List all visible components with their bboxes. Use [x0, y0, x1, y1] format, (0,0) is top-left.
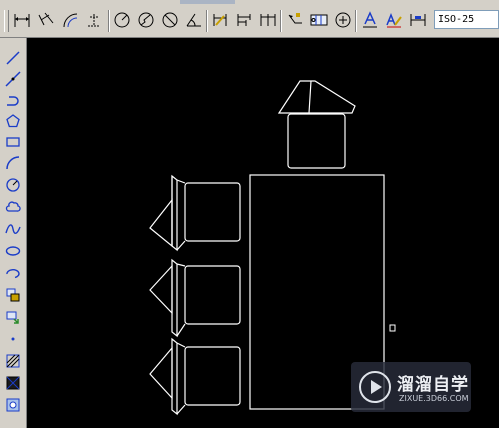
top-roof-shape[interactable]	[277, 80, 356, 114]
center-mark-button[interactable]	[333, 10, 353, 30]
toolbar-separator	[206, 10, 208, 32]
quick-leader-icon	[288, 13, 302, 24]
baseline-dimension-icon	[237, 14, 251, 26]
linear-dimension-button[interactable]	[12, 10, 32, 30]
spline-icon	[5, 224, 21, 234]
point-tool-button[interactable]	[3, 329, 23, 349]
arc-icon	[6, 156, 20, 170]
top-block-shape[interactable]	[287, 113, 346, 169]
toolbar-separator	[108, 10, 110, 32]
line-tool-button[interactable]	[3, 48, 23, 68]
polyline-icon	[7, 96, 19, 106]
circle-tool-button[interactable]	[3, 175, 23, 195]
tolerance-button[interactable]	[309, 10, 329, 30]
dimension-text-edit-icon	[386, 12, 402, 28]
rectangle-tool-button[interactable]	[3, 132, 23, 152]
left-unit-top[interactable]	[149, 174, 241, 252]
diameter-dimension-icon	[162, 12, 178, 28]
title-strip	[180, 0, 235, 4]
spline-tool-button[interactable]	[3, 219, 23, 239]
arc-length-button[interactable]	[60, 10, 80, 30]
ordinate-dimension-icon	[88, 14, 100, 27]
draw-toolbar	[0, 38, 27, 428]
toolbar-grip[interactable]	[4, 10, 9, 32]
toolbar-separator	[280, 10, 282, 32]
play-logo-icon	[359, 371, 391, 403]
region-tool-button[interactable]	[3, 395, 23, 415]
diameter-dimension-button[interactable]	[160, 10, 180, 30]
dimension-edit-button[interactable]	[360, 10, 380, 30]
left-unit-middle[interactable]	[149, 258, 241, 338]
radius-dimension-button[interactable]	[112, 10, 132, 30]
jogged-dimension-button[interactable]	[136, 10, 156, 30]
construction-line-icon	[5, 71, 21, 87]
region-icon	[6, 398, 20, 412]
angular-dimension-button[interactable]	[184, 10, 204, 30]
gradient-icon	[6, 376, 20, 390]
polygon-icon	[6, 114, 20, 128]
tolerance-icon	[310, 14, 328, 26]
watermark-subtitle: ZIXUE.3D66.COM	[399, 394, 469, 403]
baseline-dimension-button[interactable]	[234, 10, 254, 30]
dimension-update-icon	[410, 14, 426, 26]
line-icon	[6, 51, 20, 65]
point-icon	[11, 337, 15, 341]
watermark-title: 溜溜自学	[397, 375, 469, 395]
quick-dimension-button[interactable]	[210, 10, 230, 30]
make-block-tool-button[interactable]	[3, 307, 23, 327]
ellipse-arc-tool-button[interactable]	[3, 263, 23, 283]
aligned-dimension-button[interactable]	[36, 10, 56, 30]
dimension-edit-icon	[363, 11, 377, 28]
arc-tool-button[interactable]	[3, 153, 23, 173]
jogged-dimension-icon	[138, 12, 154, 28]
ordinate-dimension-button[interactable]	[84, 10, 104, 30]
ellipse-arc-icon	[6, 269, 20, 279]
polyline-tool-button[interactable]	[3, 90, 23, 110]
gradient-tool-button[interactable]	[3, 373, 23, 393]
ellipse-tool-button[interactable]	[3, 241, 23, 261]
revision-cloud-tool-button[interactable]	[3, 197, 23, 217]
circle-icon	[6, 178, 20, 192]
site-watermark: 溜溜自学 ZIXUE.3D66.COM	[351, 362, 471, 412]
make-block-icon	[6, 311, 19, 324]
toolbar-separator	[355, 10, 357, 32]
radius-dimension-icon	[114, 12, 130, 28]
hatch-icon	[6, 354, 20, 368]
dimension-update-button[interactable]	[408, 10, 428, 30]
insert-block-tool-button[interactable]	[3, 285, 23, 305]
hatch-tool-button[interactable]	[3, 351, 23, 371]
polygon-tool-button[interactable]	[3, 111, 23, 131]
dimension-text-edit-button[interactable]	[384, 10, 404, 30]
continue-dimension-button[interactable]	[258, 10, 278, 30]
linear-dimension-icon	[14, 14, 30, 27]
cursor-pickbox	[389, 324, 396, 332]
dimension-toolbar: ISO-25	[0, 0, 499, 38]
arc-length-icon	[63, 13, 78, 28]
revision-cloud-icon	[5, 201, 21, 212]
angular-dimension-icon	[186, 13, 201, 27]
quick-leader-button[interactable]	[285, 10, 305, 30]
insert-block-icon	[6, 288, 20, 302]
continue-dimension-icon	[260, 14, 276, 26]
dimension-style-select[interactable]: ISO-25	[434, 10, 499, 29]
construction-line-tool-button[interactable]	[3, 69, 23, 89]
aligned-dimension-icon	[38, 12, 54, 26]
left-unit-bottom[interactable]	[149, 337, 241, 416]
center-mark-icon	[335, 12, 351, 28]
ellipse-icon	[5, 246, 21, 256]
rectangle-icon	[6, 137, 20, 147]
quick-dimension-icon	[213, 14, 227, 26]
